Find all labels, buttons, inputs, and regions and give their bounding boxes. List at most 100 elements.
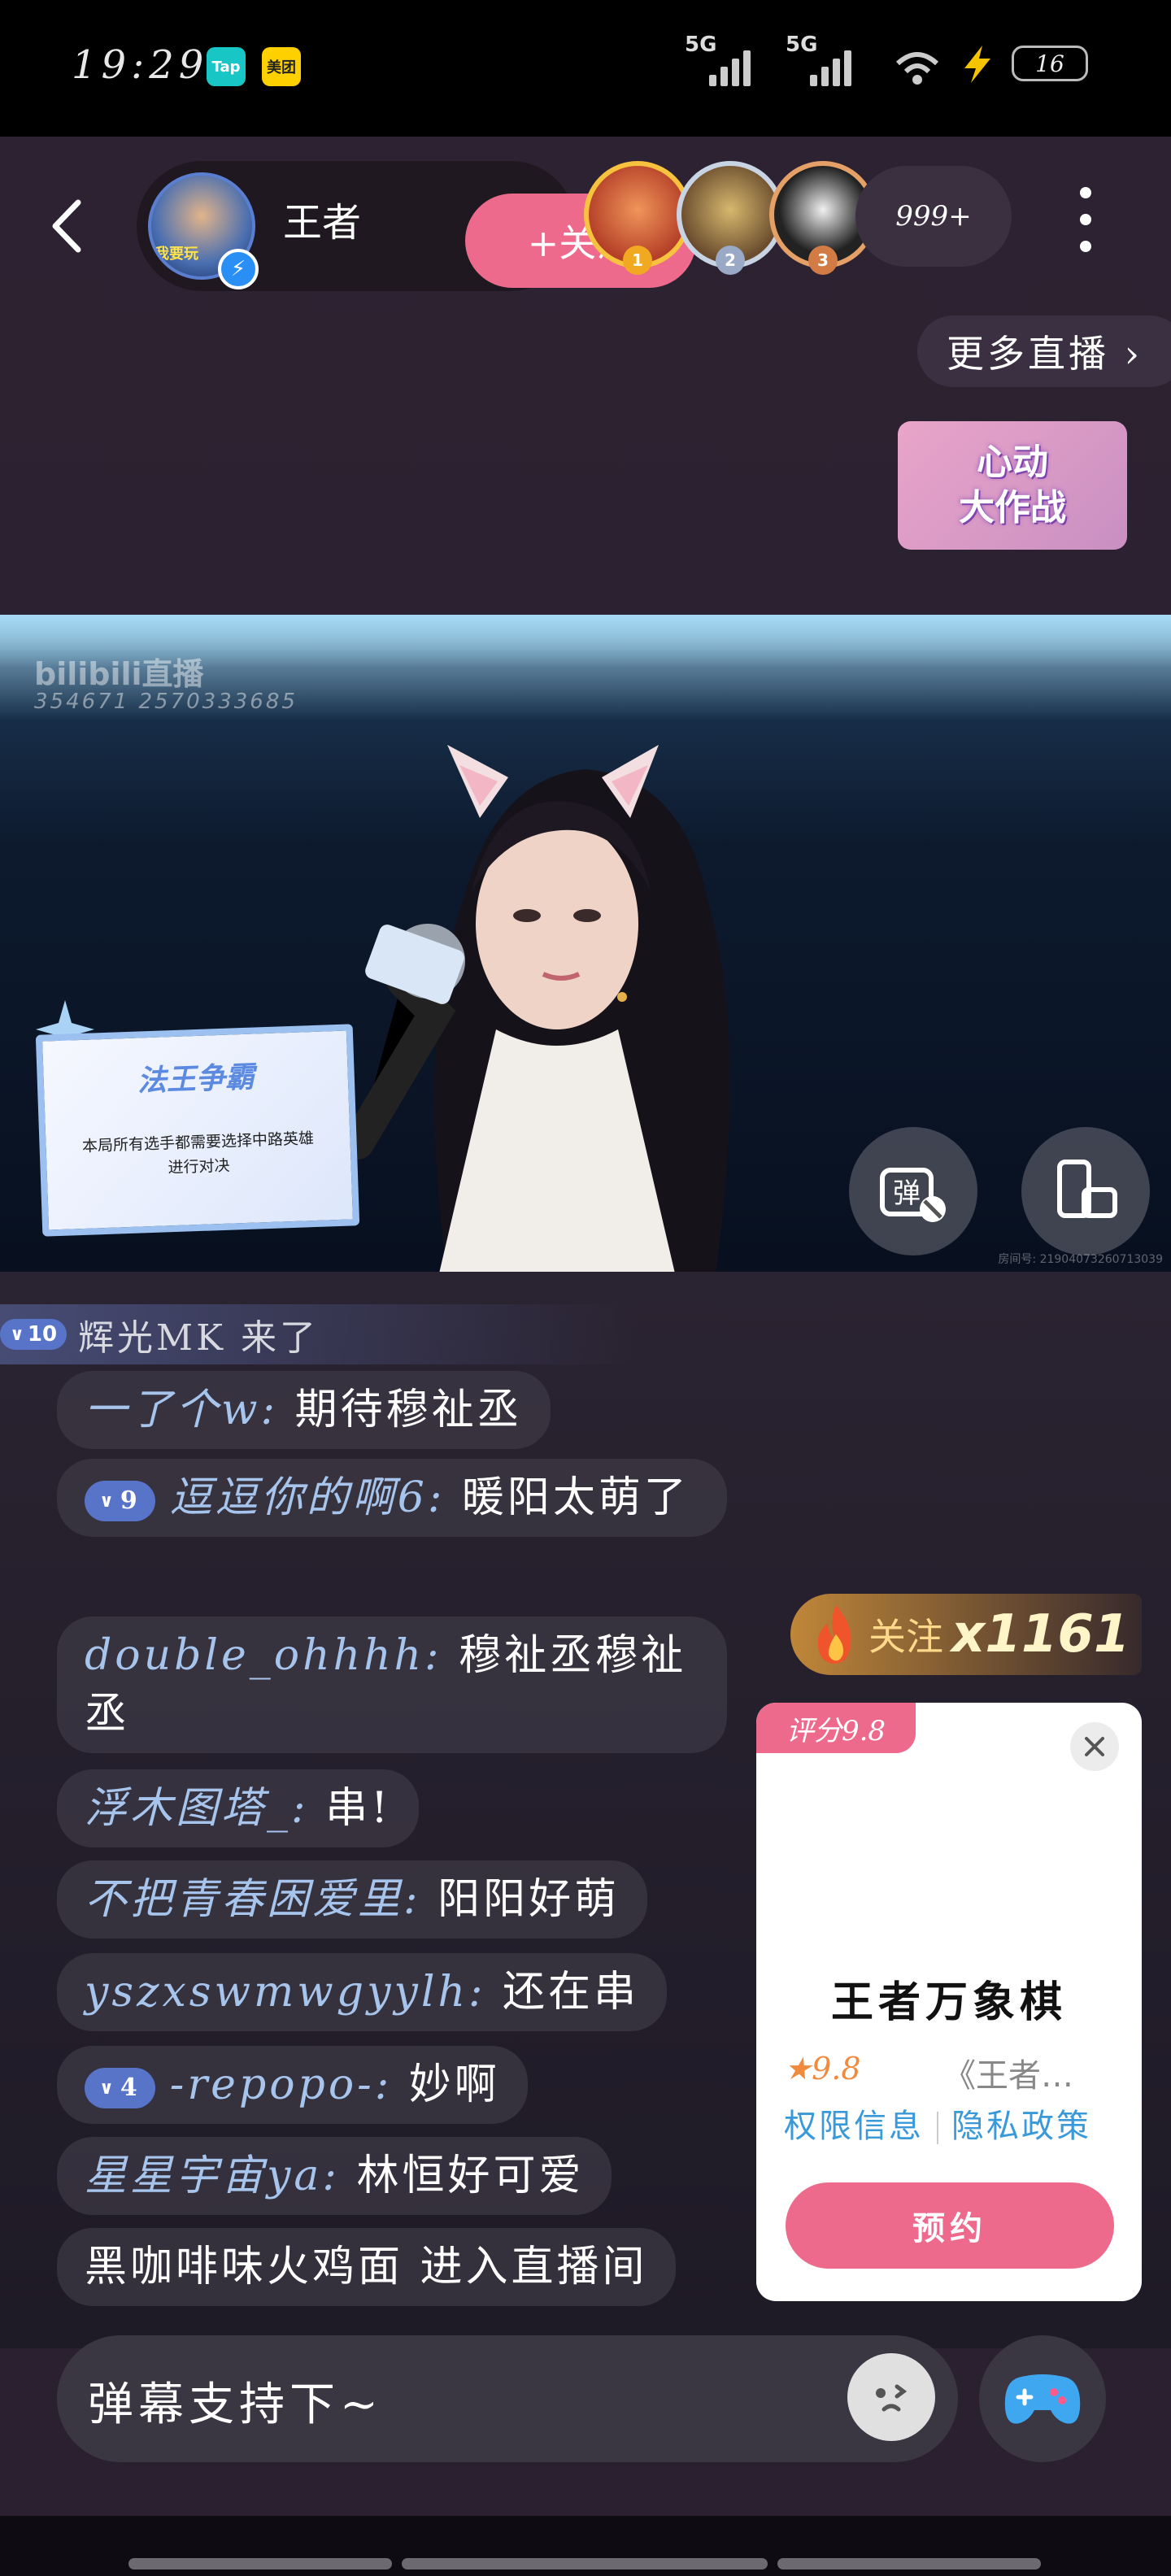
- chat-message[interactable]: 不把青春困爱里: 阳阳好萌: [57, 1860, 648, 1939]
- chat-text: 串!: [325, 1784, 391, 1833]
- activity-banner-line-1: 心动: [977, 442, 1048, 483]
- enter-notice-bar: ∨ 10 辉光MK 来了: [0, 1304, 634, 1364]
- chat-username: yszxswmwgyylh:: [85, 1968, 486, 2017]
- reserve-button[interactable]: 预约: [786, 2182, 1114, 2269]
- chat-message[interactable]: 一了个w: 期待穆祉丞: [57, 1371, 551, 1449]
- chat-text: 还在串: [503, 1968, 640, 2017]
- follow-combo-label: 关注: [868, 1615, 943, 1659]
- danmaku-off-icon: 弹: [880, 1168, 946, 1222]
- chat-username: 不把青春困爱里:: [85, 1875, 421, 1924]
- emoji-button[interactable]: [847, 2353, 935, 2441]
- host-info-pill[interactable]: 我要玩 ⚡ 王者 +关注: [137, 161, 696, 291]
- chat-message[interactable]: ∨ 4 -repopo-: 妙啊: [57, 2046, 528, 2124]
- enter-notice-text: 辉光MK 来了: [78, 1317, 319, 1359]
- fan-level: 4: [120, 2073, 141, 2102]
- top-fan-avatar-2[interactable]: 2: [677, 161, 784, 275]
- more-live-button[interactable]: 更多直播 ›: [917, 315, 1171, 387]
- chat-text: 妙啊: [408, 2060, 500, 2109]
- chat-username: 浮木图塔_:: [85, 1784, 309, 1833]
- top-fan-avatar-1[interactable]: 1: [584, 161, 691, 275]
- system-navigation-bar: [0, 2516, 1171, 2576]
- nav-segment-right[interactable]: [777, 2558, 1041, 2569]
- chat-text: 林恒好可爱: [356, 2152, 585, 2200]
- signal-icon-2: [810, 49, 851, 86]
- close-icon: [1085, 1737, 1104, 1756]
- fan-level-badge: ∨ 10: [0, 1319, 67, 1350]
- fullscreen-rotate-button[interactable]: [1021, 1127, 1150, 1255]
- status-time: 19:29: [72, 42, 209, 88]
- chat-message[interactable]: 浮木图塔_: 串!: [57, 1769, 419, 1847]
- more-options-icon[interactable]: [1065, 179, 1106, 260]
- danmaku-input[interactable]: 弹幕支持下~: [57, 2335, 958, 2462]
- chat-text: 暖阳太萌了: [461, 1473, 690, 1522]
- info-card-body: 本局所有选手都需要选择中路英雄进行对决: [81, 1129, 315, 1177]
- chat-username: double_ohhhh:: [85, 1631, 442, 1680]
- host-name: 王者: [283, 200, 362, 246]
- chat-username: -repopo-:: [169, 2060, 393, 2109]
- chat-username: 一了个w:: [85, 1386, 279, 1434]
- rank-badge-2: 2: [716, 246, 745, 275]
- chat-message[interactable]: 黑咖啡味火鸡面 进入直播间: [57, 2228, 676, 2306]
- viewer-count-button[interactable]: 999+: [855, 166, 1012, 267]
- fan-level: 9: [120, 1486, 141, 1515]
- chat-message[interactable]: yszxswmwgyylh: 还在串: [57, 1953, 668, 2031]
- tap-app-icon: Tap: [207, 47, 246, 86]
- chat-text: 黑咖啡味火鸡面 进入直播间: [85, 2243, 648, 2291]
- game-links: 权限信息 隐私政策: [784, 2100, 1091, 2147]
- wifi-icon: [895, 52, 939, 85]
- danmaku-toggle-button[interactable]: 弹: [849, 1127, 977, 1255]
- status-bar: 19:29 Tap 美团 5G 5G 16: [0, 0, 1171, 137]
- back-button[interactable]: [46, 185, 102, 267]
- bilibili-live-watermark: bilibili直播: [34, 656, 204, 692]
- activity-banner[interactable]: 心动 大作战: [898, 421, 1127, 550]
- chat-area: ∨ 10 辉光MK 来了 一了个w: 期待穆祉丞 ∨ 9 逗逗你的啊6: 暖阳太萌了 …: [0, 1272, 1171, 2348]
- follow-combo-count: x1161: [951, 1604, 1130, 1664]
- game-title: 王者万象棋: [830, 1978, 1067, 2027]
- permissions-link[interactable]: 权限信息: [784, 2108, 924, 2145]
- host-avatar-tag: 我要玩: [155, 246, 198, 263]
- game-rating-value: 9.8: [812, 2051, 861, 2086]
- fan-level: 10: [27, 1322, 58, 1347]
- chat-message[interactable]: double_ohhhh: 穆祉丞穆祉丞: [57, 1617, 727, 1753]
- game-rating: ★9.8: [784, 2051, 861, 2086]
- game-description: 《王者…: [943, 2057, 1073, 2095]
- privacy-policy-link[interactable]: 隐私政策: [951, 2108, 1091, 2145]
- signal-icon-1: [709, 49, 751, 86]
- danmaku-input-placeholder: 弹幕支持下~: [88, 2378, 383, 2431]
- chat-text: 阳阳好萌: [437, 1875, 620, 1924]
- svg-text:弹: 弹: [893, 1177, 921, 1210]
- room-id-watermark: 354671 2570333685: [34, 690, 298, 714]
- activity-banner-line-2: 大作战: [959, 487, 1066, 529]
- rank-badge-3: 3: [808, 246, 838, 275]
- game-controller-button[interactable]: [979, 2335, 1106, 2462]
- rank-badge-1: 1: [623, 246, 652, 275]
- star-icon: ★: [784, 2051, 812, 2086]
- close-card-button[interactable]: [1070, 1722, 1119, 1771]
- fire-icon: [817, 1605, 851, 1664]
- room-number-watermark: 房间号: 21904073260713039: [998, 1253, 1163, 1266]
- chat-message[interactable]: ∨ 9 逗逗你的啊6: 暖阳太萌了: [57, 1459, 727, 1537]
- chat-username: 逗逗你的啊6:: [169, 1473, 446, 1522]
- score-tag: 评分9.8: [756, 1703, 916, 1753]
- live-room-header: 我要玩 ⚡ 王者 +关注 1 2 3 999+ 更多直播 › 心动 大作战: [0, 137, 1171, 616]
- emoji-icon: [876, 2384, 908, 2412]
- meituan-app-icon: 美团: [262, 47, 301, 86]
- fan-level-badge: ∨ 4: [85, 2067, 155, 2108]
- info-card-title: 法王争霸: [137, 1060, 255, 1099]
- follow-combo-banner: 关注 x1161: [790, 1594, 1142, 1675]
- link-divider: [937, 2112, 938, 2144]
- gamepad-icon: [1004, 2374, 1081, 2424]
- fan-level-badge: ∨ 9: [85, 1480, 155, 1521]
- chat-message[interactable]: 星星宇宙ya: 林恒好可爱: [57, 2137, 612, 2215]
- nav-segment-left[interactable]: [128, 2558, 392, 2569]
- live-video-player[interactable]: bilibili直播 354671 2570333685 法王争霸 本局所有选手…: [0, 615, 1171, 1272]
- back-arrow-icon: [52, 199, 81, 253]
- streamer-figure: [342, 745, 730, 1272]
- power-saving-icon: [964, 46, 990, 83]
- game-promo-card[interactable]: 评分9.8 王者万象棋 ★9.8 《王者… 权限信息 隐私政策 预约: [756, 1703, 1142, 2301]
- battery-indicator: 16: [1012, 46, 1088, 81]
- rotate-screen-icon: [1057, 1160, 1117, 1218]
- nav-segment-home[interactable]: [402, 2558, 768, 2569]
- verified-bolt-icon: ⚡: [218, 249, 259, 289]
- chat-text: 期待穆祉丞: [294, 1386, 523, 1434]
